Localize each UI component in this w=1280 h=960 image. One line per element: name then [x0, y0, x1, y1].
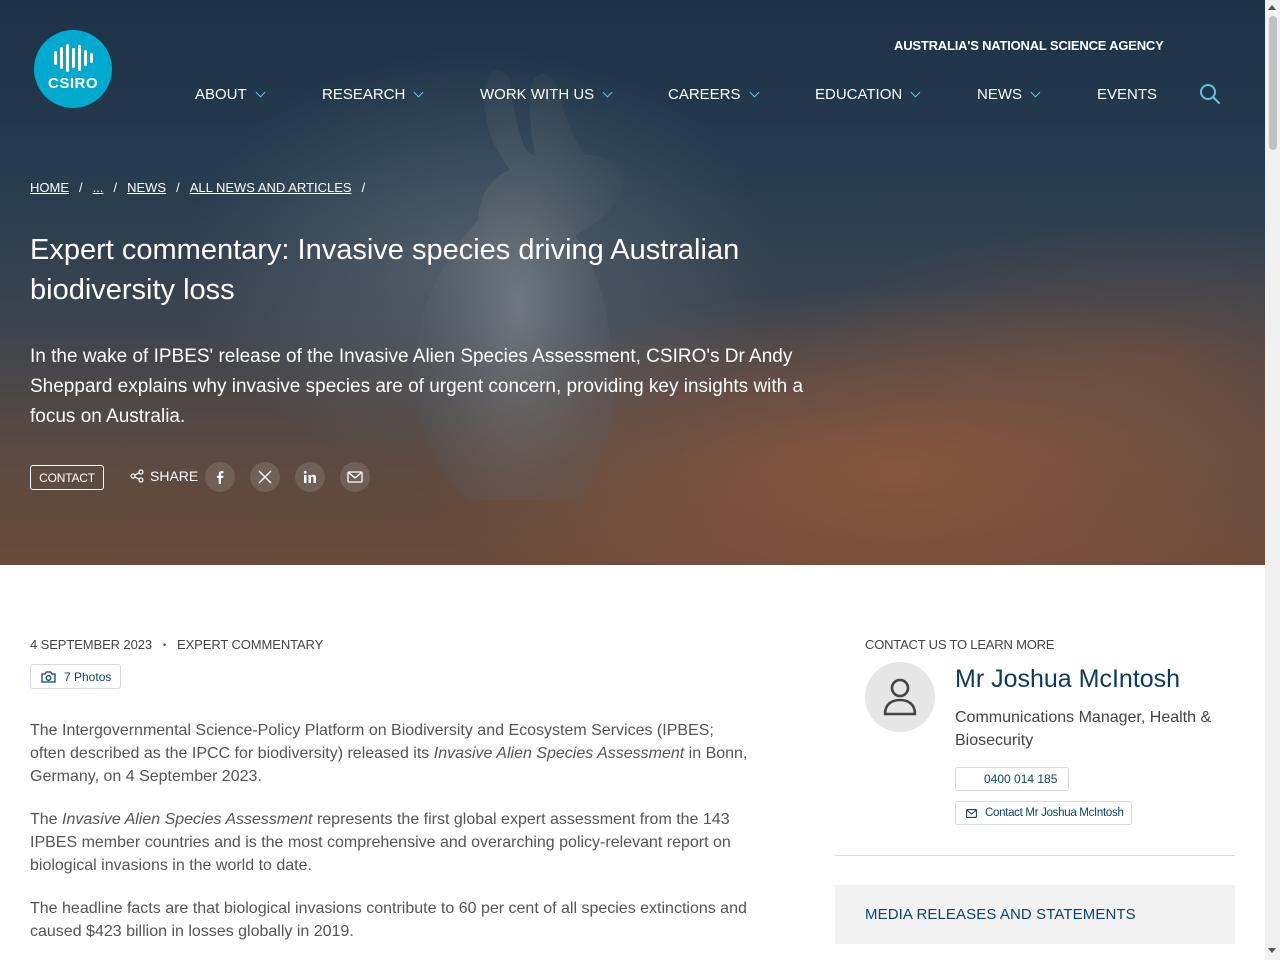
article-meta: 4 SEPTEMBER 2023 • EXPERT COMMENTARY	[30, 637, 323, 652]
avatar	[865, 662, 935, 732]
breadcrumb-ellipsis[interactable]: ...	[93, 180, 104, 195]
share-label: SHARE	[150, 468, 199, 484]
article-date: 4 SEPTEMBER 2023	[30, 637, 152, 652]
contact-role: Communications Manager, Health & Biosecu…	[955, 709, 1212, 749]
nav-events[interactable]: EVENTS	[1097, 86, 1157, 103]
phone-link[interactable]: 0400 014 185	[955, 767, 1069, 791]
breadcrumb-separator: /	[361, 180, 366, 195]
logo-bars-icon	[53, 43, 93, 73]
nav-label: RESEARCH	[322, 86, 406, 103]
nav-label: EDUCATION	[815, 86, 903, 103]
chevron-down-icon	[1030, 87, 1041, 98]
nav-label: WORK WITH US	[480, 86, 595, 103]
nav-education[interactable]: EDUCATION	[815, 86, 921, 103]
chevron-down-icon	[413, 87, 424, 98]
breadcrumb-all-news[interactable]: ALL NEWS AND ARTICLES	[190, 180, 352, 195]
nav-label: ABOUT	[195, 86, 247, 103]
share-icon	[130, 469, 144, 483]
scrollbar-thumb[interactable]	[1269, 16, 1277, 150]
x-icon	[258, 470, 272, 484]
email-contact-button[interactable]: Contact Mr Joshua McIntosh	[955, 801, 1132, 825]
vertical-scrollbar[interactable]	[1265, 0, 1280, 960]
scroll-up-arrow-icon[interactable]	[1268, 5, 1276, 10]
page-title: Expert commentary: Invasive species driv…	[30, 234, 740, 306]
nav-label: NEWS	[977, 86, 1022, 103]
article-category[interactable]: EXPERT COMMENTARY	[177, 637, 323, 652]
chevron-down-icon	[749, 87, 759, 98]
contact-heading: CONTACT US TO LEARN MORE	[865, 637, 1055, 652]
facebook-icon	[217, 471, 224, 484]
linkedin-icon	[303, 470, 316, 483]
emphasis: Invasive Alien Species Assessment	[433, 745, 685, 762]
breadcrumb-home[interactable]: HOME	[30, 180, 69, 195]
emphasis: Invasive Alien Species Assessment	[62, 811, 313, 828]
hero-banner: CSIRO AUSTRALIA'S NATIONAL SCIENCE AGENC…	[0, 0, 1265, 565]
breadcrumb-separator: /	[79, 180, 83, 195]
chevron-down-icon	[602, 87, 613, 98]
meta-separator: •	[162, 639, 167, 650]
nav-label: CAREERS	[668, 86, 741, 103]
sidebar-divider	[835, 855, 1235, 856]
share-label-group: SHARE	[130, 468, 198, 484]
article-paragraph: The Intergovernmental Science-Policy Pla…	[30, 719, 750, 788]
person-icon	[883, 678, 917, 716]
search-icon[interactable]	[1199, 83, 1221, 105]
facebook-share-button[interactable]	[205, 462, 235, 492]
nav-research[interactable]: RESEARCH	[322, 86, 424, 103]
nav-label: EVENTS	[1097, 86, 1158, 103]
email-icon	[347, 471, 363, 483]
text-run: The	[30, 811, 63, 828]
email-contact-label: Contact Mr Joshua McIntosh	[985, 807, 1124, 819]
breadcrumb-separator: /	[113, 180, 118, 195]
breadcrumb: HOME / ... / NEWS / ALL NEWS AND ARTICLE…	[30, 180, 375, 195]
nav-news[interactable]: NEWS	[977, 86, 1041, 103]
nav-careers[interactable]: CAREERS	[668, 86, 759, 103]
linkedin-share-button[interactable]	[295, 462, 325, 492]
email-share-button[interactable]	[340, 462, 370, 492]
x-share-button[interactable]	[250, 462, 280, 492]
chevron-down-icon	[255, 87, 266, 98]
article-paragraph: The headline facts are that biological i…	[30, 897, 750, 943]
photos-label: 7 Photos	[64, 669, 112, 684]
media-releases-link[interactable]: MEDIA RELEASES AND STATEMENTS	[835, 885, 1235, 944]
agency-tagline: AUSTRALIA'S NATIONAL SCIENCE AGENCY	[894, 38, 1164, 53]
camera-icon	[41, 670, 56, 683]
photos-button[interactable]: 7 Photos	[30, 664, 121, 689]
article-paragraph: The Invasive Alien Species Assessment re…	[30, 808, 750, 877]
mail-icon	[966, 808, 977, 818]
csiro-logo[interactable]: CSIRO	[34, 30, 112, 108]
nav-about[interactable]: ABOUT	[195, 86, 266, 103]
nav-work-with-us[interactable]: WORK WITH US	[480, 86, 613, 103]
chevron-down-icon	[910, 87, 921, 98]
scroll-down-arrow-icon[interactable]	[1268, 948, 1276, 953]
breadcrumb-separator: /	[176, 180, 180, 195]
logo-text: CSIRO	[47, 74, 98, 92]
article-lead: In the wake of IPBES' release of the Inv…	[30, 346, 804, 427]
text-run: The headline facts are that biological i…	[30, 900, 747, 940]
contact-name: Mr Joshua McIntosh	[955, 665, 1181, 693]
contact-button[interactable]: CONTACT	[30, 465, 104, 490]
breadcrumb-news[interactable]: NEWS	[127, 180, 166, 195]
